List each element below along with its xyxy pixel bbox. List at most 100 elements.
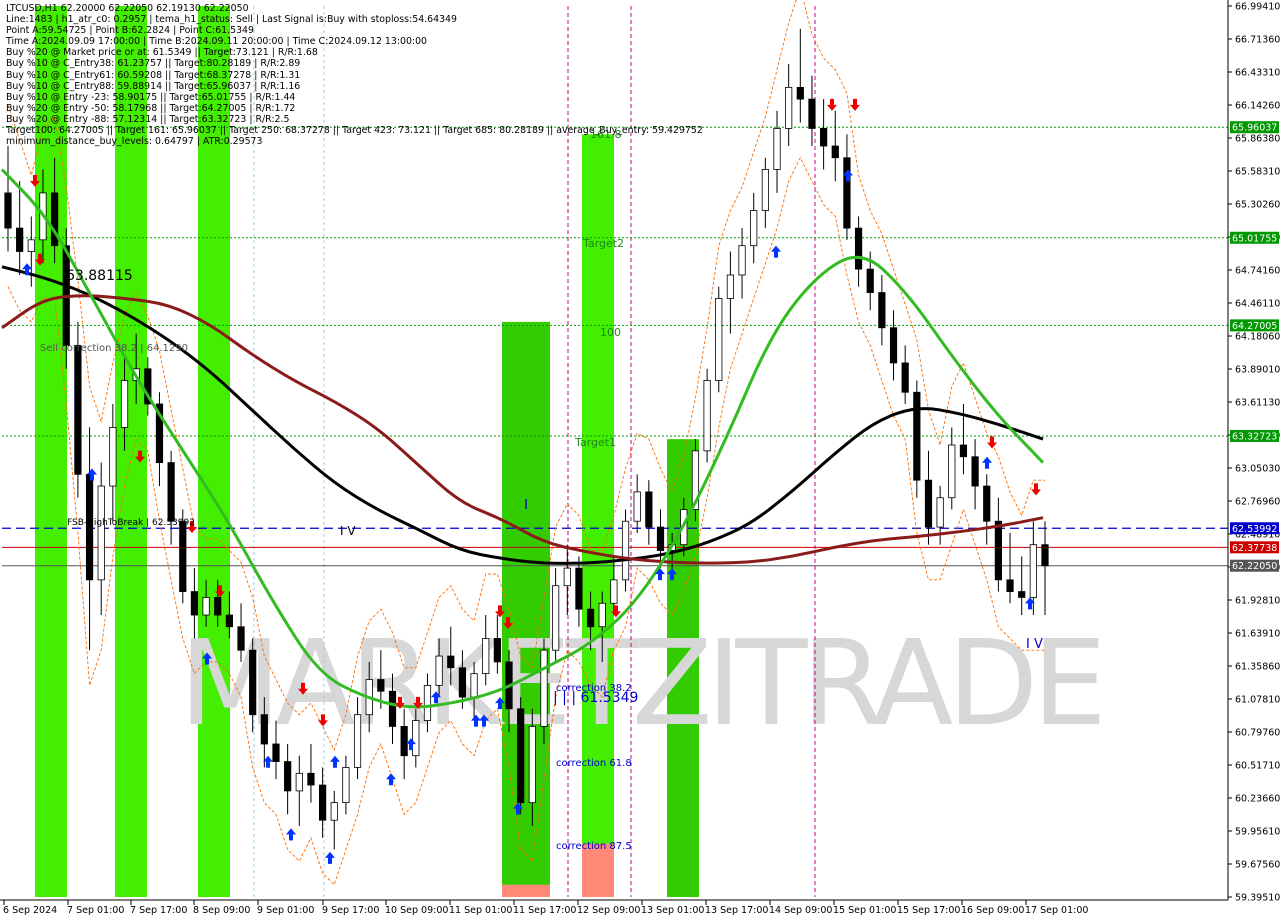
x-tick-label: 17 Sep 01:00: [1025, 905, 1088, 916]
candle-body: [16, 227, 24, 252]
candle-body: [295, 772, 303, 792]
sell-arrow-icon: [827, 98, 837, 111]
candle: [633, 474, 641, 533]
candle: [901, 345, 909, 404]
candle: [1041, 521, 1049, 616]
candle: [785, 63, 793, 147]
candle-body: [563, 567, 571, 587]
x-tick-label: 6 Sep 2024: [3, 905, 57, 916]
candle: [971, 439, 979, 510]
candle-body: [330, 802, 338, 821]
candle-body: [179, 520, 187, 592]
candle-body: [726, 274, 735, 299]
y-tick-label: 61.35860: [1235, 662, 1280, 673]
x-tick-label: 13 Sep 01:00: [641, 905, 704, 916]
candle: [796, 28, 804, 123]
symbol-line: LTCUSD,H1 62.20000 62.22050 62.19130 62.…: [6, 3, 249, 14]
candle: [284, 743, 292, 815]
candle-body: [74, 344, 82, 475]
y-tick-label: 64.74160: [1235, 266, 1280, 277]
candle-body: [552, 585, 560, 651]
candle-body: [983, 485, 991, 522]
candle: [1006, 532, 1014, 604]
candle-body: [120, 380, 129, 428]
candle-body: [540, 649, 548, 727]
candle: [808, 75, 816, 147]
candle-body: [27, 239, 35, 252]
candle: [97, 462, 105, 616]
candle-body: [971, 456, 979, 487]
y-tick-label: 63.05030: [1235, 464, 1280, 475]
candle-body: [575, 567, 583, 610]
candle-body: [843, 157, 851, 229]
candle-body: [586, 608, 595, 628]
y-tick-label: 61.92810: [1235, 596, 1280, 607]
candle-body: [400, 726, 408, 757]
candle-body: [284, 761, 292, 792]
candle-body: [773, 128, 781, 170]
y-tick-label: 59.95610: [1235, 827, 1280, 838]
x-tick-label: 13 Sep 17:00: [705, 905, 768, 916]
candle-body: [249, 649, 257, 716]
candle: [295, 755, 303, 827]
candle-body: [307, 772, 315, 786]
x-tick-label: 14 Sep 09:00: [769, 905, 832, 916]
chart-annotation: I V: [1026, 637, 1043, 652]
buy-arrow-icon: [325, 851, 335, 864]
candle-body: [924, 479, 933, 528]
candle-body: [517, 708, 525, 804]
buy-arrow-icon: [286, 828, 296, 841]
x-tick-label: 7 Sep 17:00: [130, 905, 187, 916]
info-line: Buy %10 @ C_Entry88: 59.88914 || Target:…: [6, 80, 301, 92]
price-level-label: 62.22050: [1232, 561, 1277, 572]
candle-body: [994, 520, 1002, 581]
candle: [552, 568, 560, 662]
candle-body: [109, 427, 117, 487]
candle-body: [796, 86, 804, 100]
candle-body: [377, 679, 385, 692]
buy-arrow-icon: [330, 755, 340, 768]
y-tick-label: 63.89010: [1235, 365, 1280, 376]
y-tick-label: 60.51710: [1235, 761, 1280, 772]
candle-body: [889, 327, 898, 364]
y-tick-label: 66.71360: [1235, 35, 1280, 46]
x-tick-label: 15 Sep 17:00: [897, 905, 960, 916]
x-tick-label: 9 Sep 17:00: [322, 905, 379, 916]
chart-annotation: Target2: [582, 237, 624, 250]
candle-body: [738, 245, 746, 276]
x-tick-label: 9 Sep 01:00: [257, 905, 314, 916]
info-line: Buy %20 @ Entry -50: 58.17968 || Target:…: [6, 102, 296, 114]
candle-body: [412, 720, 420, 757]
y-tick-label: 66.14260: [1235, 101, 1280, 112]
buy-arrow-icon: [771, 245, 781, 258]
candle: [85, 427, 94, 651]
candle-body: [237, 626, 245, 651]
candle: [948, 427, 956, 510]
chart-annotation: FSB-HighToBreak | 62.53992: [67, 518, 195, 528]
candle: [167, 450, 175, 545]
candle: [330, 790, 338, 850]
info-line: Point A:59.54725 | Point B:62.2824 | Poi…: [6, 25, 254, 37]
candle-body: [1006, 579, 1014, 592]
price-level-label: 62.37738: [1232, 543, 1277, 554]
price-level-label: 64.27005: [1232, 321, 1277, 332]
candle-body: [808, 98, 816, 129]
candle-body: [1029, 544, 1037, 598]
candle-body: [435, 655, 443, 686]
chart-annotation: I V: [340, 524, 356, 538]
info-line: Time A:2024.09.09 17:00:00 | Time B:2024…: [6, 36, 427, 48]
candle-body: [715, 298, 723, 381]
y-tick-label: 60.23660: [1235, 794, 1280, 805]
chart-annotation: 63.88115: [66, 268, 133, 284]
candle: [16, 181, 24, 275]
candle: [342, 755, 350, 815]
y-tick-label: 59.39510: [1235, 893, 1280, 904]
candle: [726, 251, 735, 334]
y-tick-label: 66.43310: [1235, 68, 1280, 79]
info-line: Line:1483 | h1_atr_c0: 0.2957 | tema_h1_…: [6, 14, 457, 26]
x-tick-label: 7 Sep 01:00: [67, 905, 124, 916]
candle-body: [645, 491, 653, 528]
x-tick-label: 8 Sep 09:00: [193, 905, 250, 916]
y-tick-label: 65.58310: [1235, 167, 1280, 178]
candle-body: [388, 690, 397, 727]
